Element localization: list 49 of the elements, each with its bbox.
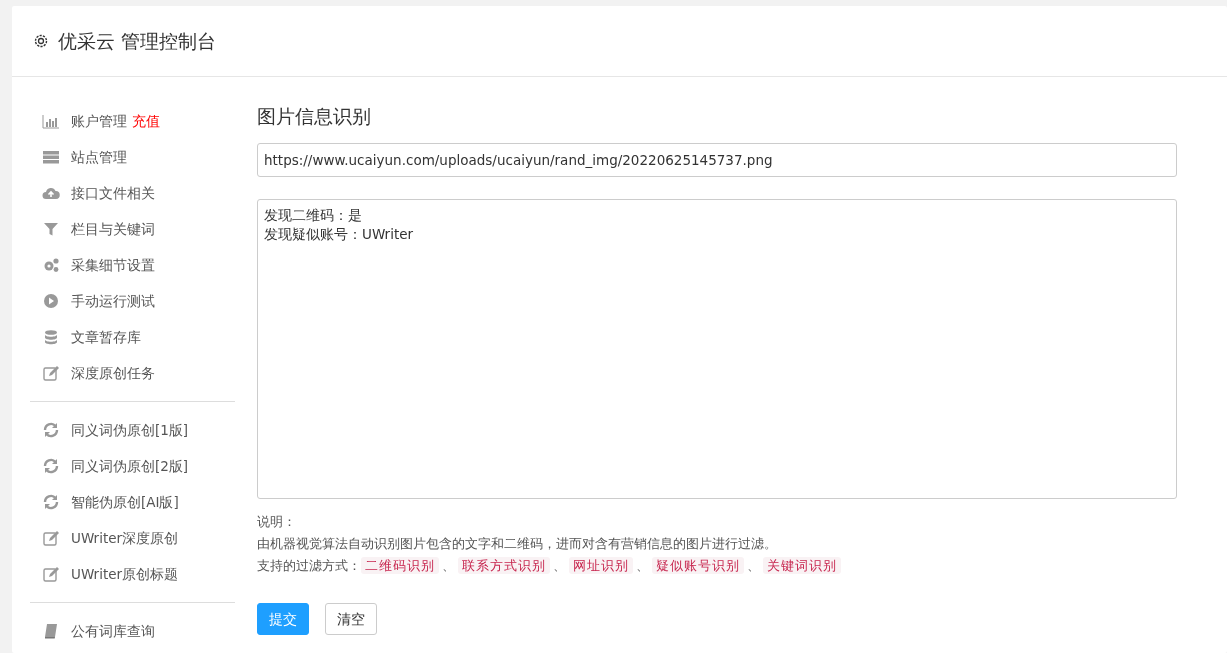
cloud-upload-icon (42, 185, 60, 201)
refresh-icon (42, 458, 60, 474)
recharge-link[interactable]: 充值 (132, 110, 160, 132)
sidebar-item[interactable]: 接口文件相关 (30, 175, 235, 211)
sidebar-item[interactable]: 同义词伪原创[2版] (30, 448, 235, 484)
edit-icon (42, 530, 60, 546)
chart-icon (42, 113, 60, 129)
refresh-icon (42, 422, 60, 438)
sidebar-item[interactable]: 栏目与关键词 (30, 211, 235, 247)
sidebar-item[interactable]: 站点管理 (30, 139, 235, 175)
separator: 、 (636, 557, 649, 573)
method-tag: 联系方式识别 (458, 556, 550, 574)
url-field[interactable]: https://www.ucaiyun.com/uploads/ucaiyun/rand_img/20220625145737.png (257, 142, 1177, 177)
separator: 、 (747, 557, 760, 573)
console-title: 优采云 管理控制台 (58, 28, 217, 54)
sidebar-item[interactable]: 文章暂存库 (30, 319, 235, 355)
book-icon (42, 623, 60, 639)
methods-label: 支持的过滤方式： (257, 557, 361, 573)
method-tag: 网址识别 (569, 556, 633, 574)
result-line: 发现疑似账号：UWriter (264, 225, 414, 245)
gears-icon (42, 257, 60, 273)
section-heading: 图片信息识别 (257, 105, 372, 129)
notes-title: 说明： (257, 512, 297, 531)
sidebar-item[interactable]: 公有词库查询 (30, 613, 235, 649)
sidebar-item[interactable]: 智能伪原创[AI版] (30, 484, 235, 520)
edit-icon (42, 365, 60, 381)
separator: 、 (553, 557, 566, 573)
sidebar-item[interactable]: 账户管理 (71, 110, 127, 132)
method-tag: 疑似账号识别 (652, 556, 744, 574)
sidebar-item[interactable]: UWriter深度原创 (30, 520, 235, 556)
result-area[interactable]: 发现二维码：是 发现疑似账号：UWriter (257, 198, 1177, 499)
description-text: 由机器视觉算法自动识别图片包含的文字和二维码，进而对含有营销信息的图片进行过滤。 (257, 534, 778, 553)
edit-icon (42, 566, 60, 582)
result-line: 发现二维码：是 (264, 205, 362, 225)
filter-icon (42, 221, 60, 237)
sidebar-item[interactable]: 深度原创任务 (30, 355, 235, 391)
database-icon (42, 329, 60, 345)
method-tag: 关键词识别 (763, 556, 841, 574)
server-icon (42, 149, 60, 165)
refresh-icon (42, 494, 60, 510)
method-tag: 二维码识别 (361, 556, 439, 574)
sidebar-item[interactable]: UWriter原创标题 (30, 556, 235, 592)
settings-icon (32, 32, 50, 50)
play-icon (42, 293, 60, 309)
clear-button[interactable]: 清空 (325, 602, 377, 635)
separator: 、 (442, 557, 455, 573)
sidebar-item[interactable]: 采集细节设置 (30, 247, 235, 283)
sidebar-item[interactable]: 同义词伪原创[1版] (30, 412, 235, 448)
sidebar-item[interactable]: 手动运行测试 (30, 283, 235, 319)
